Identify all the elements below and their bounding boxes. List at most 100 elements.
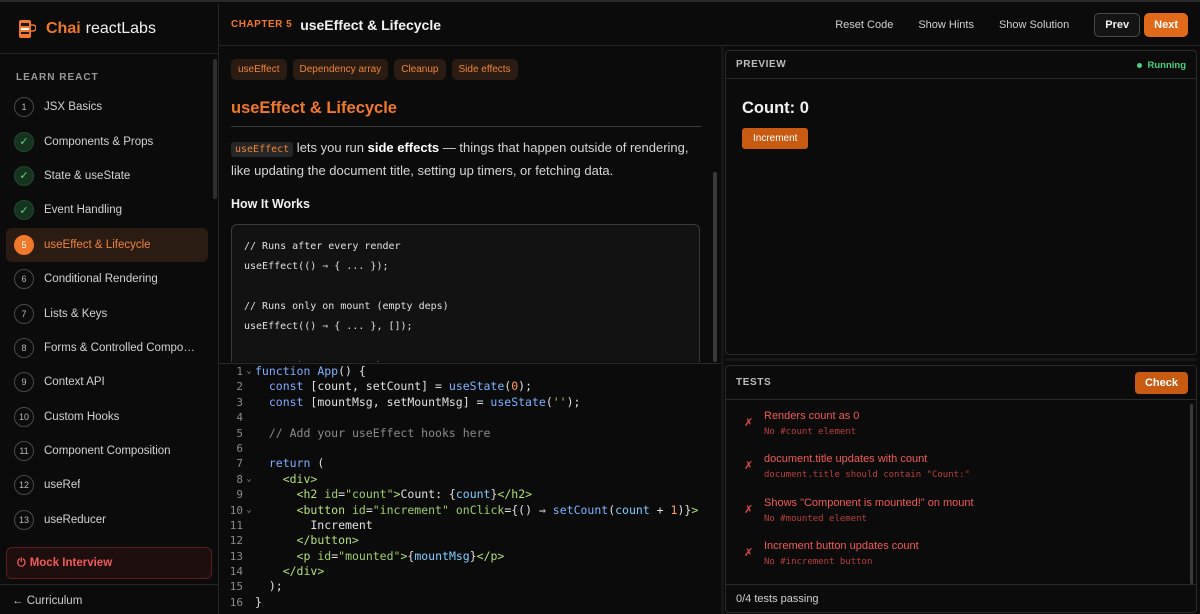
- intro-text-1: lets you run: [293, 140, 368, 155]
- sidebar-item[interactable]: 10 Custom Hooks: [6, 400, 208, 434]
- sidebar-item[interactable]: 5 useEffect & Lifecycle: [6, 227, 208, 262]
- sidebar-item-label: Custom Hooks: [44, 410, 120, 423]
- tests-panel: TESTS Check ✗ Renders count as 0 No #count…: [725, 365, 1197, 613]
- sidebar-item[interactable]: 1 JSX Basics: [6, 90, 208, 124]
- editor-line: 8 ⌄ <div>: [236, 471, 318, 486]
- editor-line: 13 <p id="mounted">{mountMsg}</p>: [229, 548, 505, 563]
- sidebar-item-label: useRef: [44, 479, 81, 492]
- sidebar-item[interactable]: ✓ State & useState: [6, 159, 208, 193]
- sidebar-item-label: Forms & Controlled Compone...: [44, 341, 199, 354]
- sidebar-item[interactable]: ✓ Components & Props: [6, 124, 208, 158]
- sidebar-item-label: State & useState: [44, 169, 131, 182]
- sidebar-item-label: Event Handling: [44, 204, 122, 217]
- how-it-works-heading: How It Works: [231, 197, 310, 211]
- chapter-number-badge: 1: [14, 97, 34, 118]
- editor-line: 16}: [229, 594, 262, 609]
- show-hints-button[interactable]: Show Hints: [918, 19, 974, 31]
- mock-interview-button[interactable]: ⏻ Mock Interview: [6, 547, 212, 579]
- test-name: document.title updates with count: [764, 453, 928, 466]
- test-message: document.title should contain "Count:": [764, 470, 970, 481]
- sidebar-item-label: Component Composition: [44, 445, 171, 458]
- brand-name: reactLabs: [85, 19, 156, 37]
- editor-line: 10 ⌄ <button id="increment" onClick={() ⇒…: [229, 502, 699, 517]
- test-body: Shows "Component is mounted!" on mount No…: [764, 497, 974, 540]
- chapter-label: CHAPTER 5: [231, 19, 293, 30]
- sidebar-item[interactable]: 13 useReducer: [6, 503, 208, 537]
- chapter-number-badge: 8: [14, 337, 34, 358]
- test-row: ✗ document.title updates with count docume…: [736, 453, 1186, 496]
- chapter-number-badge: 6: [14, 269, 34, 290]
- reset-code-button[interactable]: Reset Code: [835, 19, 893, 31]
- sidebar-item[interactable]: 9 Context API: [6, 365, 208, 399]
- lesson-divider: [231, 126, 701, 127]
- preview-header: PREVIEW: [726, 51, 1196, 79]
- increment-button[interactable]: Increment: [742, 128, 809, 149]
- test-name: Increment button updates count: [764, 539, 919, 552]
- tests-scrollbar[interactable]: [1190, 404, 1193, 584]
- code-line: // Runs when "count" changes: [244, 357, 687, 362]
- sidebar-item[interactable]: 8 Forms & Controlled Compone...: [6, 331, 208, 365]
- preview-count-heading: Count: 0: [742, 99, 809, 117]
- lesson-intro: useEffect lets you run side effects — th…: [231, 137, 707, 181]
- power-icon: ⏻: [17, 556, 26, 569]
- code-line: // Runs after every render: [244, 241, 401, 252]
- sidebar-item-label: Components & Props: [44, 135, 154, 148]
- sidebar-scrollbar[interactable]: [213, 59, 217, 199]
- sidebar-item-label: Context API: [44, 376, 105, 389]
- horizontal-resize-handle[interactable]: [725, 358, 1197, 361]
- code-editor[interactable]: 1 ⌄ function App() { 2 const [count, setCo…: [219, 363, 721, 614]
- curriculum-link[interactable]: ← Curriculum: [0, 584, 218, 614]
- chapter-number-badge: 11: [14, 441, 34, 462]
- tests-summary: 0/4 tests passing: [726, 584, 1196, 612]
- test-list: ✗ Renders count as 0 No #count element ✗ doc…: [736, 410, 1186, 583]
- show-solution-button[interactable]: Show Solution: [999, 19, 1069, 31]
- sidebar-item[interactable]: 11 Component Composition: [6, 434, 208, 468]
- test-body: document.title updates with count documen…: [764, 453, 970, 496]
- preview-label: PREVIEW: [736, 59, 787, 70]
- editor-line: 11 Increment: [229, 517, 373, 532]
- sidebar-item-label: useReducer: [44, 513, 107, 526]
- vertical-resize-handle[interactable]: [721, 47, 724, 614]
- tests-label: TESTS: [736, 377, 772, 388]
- brand[interactable]: Chai reactLabs: [0, 4, 218, 54]
- test-body: Renders count as 0 No #count element: [764, 410, 859, 453]
- test-name: Renders count as 0: [764, 410, 860, 422]
- editor-line: 12 </button>: [229, 533, 359, 548]
- status-dot-icon: [1137, 63, 1143, 68]
- test-row: ✗ Shows "Component is mounted!" on mount N…: [736, 497, 1186, 540]
- test-row: ✗ Increment button updates count No #incre…: [736, 540, 1186, 583]
- sidebar-item[interactable]: ✓ Event Handling: [6, 193, 208, 227]
- lesson-title: useEffect & Lifecycle: [231, 99, 397, 117]
- sidebar-item-label: Lists & Keys: [44, 307, 108, 320]
- chapter-number-badge: 5: [14, 234, 34, 255]
- chapter-nav: 1 JSX Basics ✓ Components & Props ✓ State & u…: [0, 90, 218, 537]
- editor-line: 2 const [count, setCount] = useState(0);: [236, 379, 533, 394]
- editor-line: 9 <h2 id="count">Count: {count}</h2>: [236, 487, 533, 502]
- chai-cup-icon: [19, 19, 36, 38]
- lesson-scrollbar[interactable]: [713, 172, 717, 362]
- intro-bold: side effects: [367, 140, 440, 155]
- preview-panel: PREVIEW Running Count: 0 Increment: [725, 50, 1197, 355]
- chapter-number-badge: 7: [14, 303, 34, 324]
- topic-tag: Dependency array: [292, 59, 389, 80]
- test-message: No #mounted element: [764, 513, 867, 524]
- fail-x-icon: ✗: [744, 503, 754, 516]
- status-text: Running: [1147, 60, 1186, 71]
- next-button[interactable]: Next: [1144, 13, 1188, 37]
- sidebar-item[interactable]: 6 Conditional Rendering: [6, 262, 208, 296]
- chapter-number-badge: 10: [14, 406, 34, 427]
- sidebar-item[interactable]: 7 Lists & Keys: [6, 296, 208, 330]
- fail-x-icon: ✗: [744, 417, 754, 429]
- test-row: ✗ Renders count as 0 No #count element: [736, 410, 1186, 453]
- chapter-number-badge: 12: [14, 475, 34, 496]
- mock-interview-label: Mock Interview: [29, 557, 113, 569]
- test-body: Increment button updates count No #increm…: [764, 540, 919, 583]
- editor-line: 7 return (: [236, 456, 325, 471]
- prev-button[interactable]: Prev: [1094, 13, 1141, 37]
- check-button[interactable]: Check: [1134, 372, 1188, 394]
- sidebar-item[interactable]: 12 useRef: [6, 468, 208, 502]
- topbar: CHAPTER 5 useEffect & Lifecycle Reset Co…: [219, 4, 1200, 46]
- checkmark-icon: ✓: [14, 131, 34, 152]
